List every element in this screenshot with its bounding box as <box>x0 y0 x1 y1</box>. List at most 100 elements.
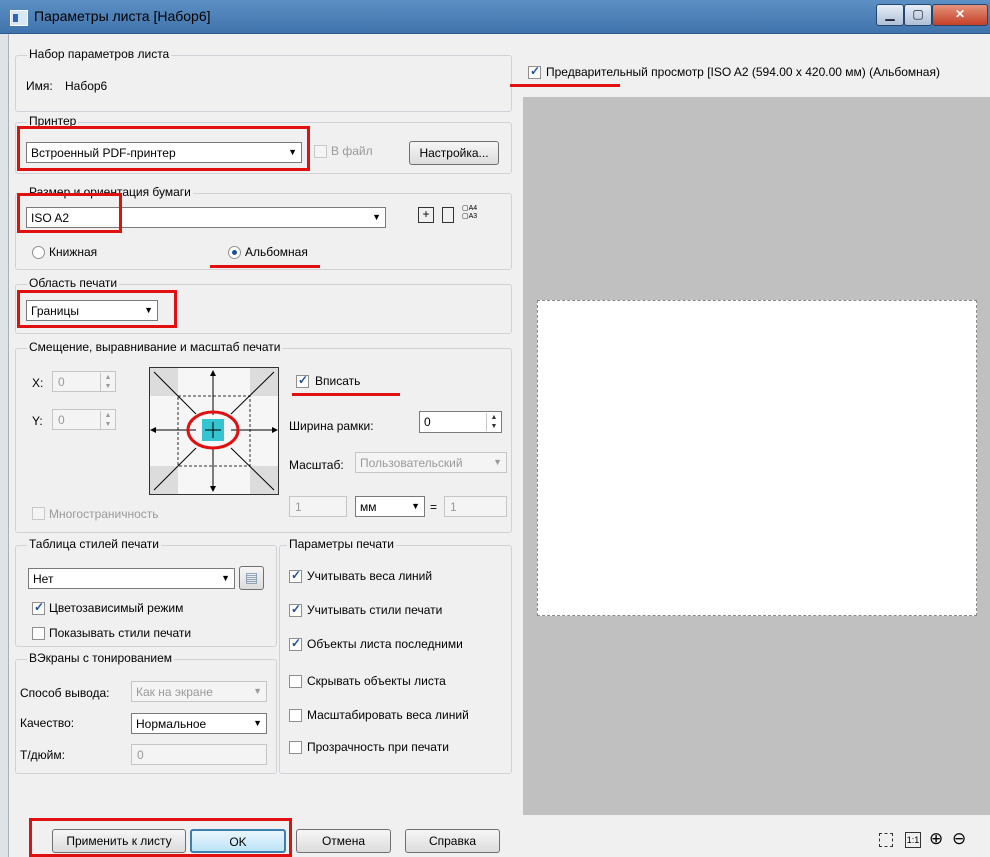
preview-paper <box>537 300 977 616</box>
to-file-checkbox[interactable] <box>314 145 327 158</box>
sheet-set-group-label: Набор параметров листа <box>27 47 172 61</box>
chevron-down-icon: ▼ <box>253 686 262 696</box>
color-dependent-checkbox[interactable] <box>32 600 45 615</box>
show-styles-label: Показывать стили печати <box>49 626 192 640</box>
help-button[interactable]: Справка <box>405 829 500 853</box>
x-offset-input[interactable]: 0 ▲ ▼ <box>52 371 116 392</box>
maximize-button[interactable]: ▢ <box>904 4 932 26</box>
chevron-down-icon: ▼ <box>221 573 230 583</box>
title-bar: Параметры листа [Набор6] ▁ ▢ ✕ <box>0 0 990 34</box>
scale-lineweights-label: Масштабировать веса линий <box>307 708 469 722</box>
chevron-down-icon: ▼ <box>493 457 502 467</box>
x-offset-value: 0 <box>58 375 65 389</box>
unit-value: мм <box>360 500 377 514</box>
landscape-radio[interactable] <box>228 246 241 259</box>
page-icon[interactable] <box>442 207 454 223</box>
dpi-input[interactable]: 0 <box>131 744 267 765</box>
quality-value: Нормальное <box>136 717 207 731</box>
print-params-group-label: Параметры печати <box>287 537 396 551</box>
to-file-label: В файл <box>331 144 373 158</box>
scale-num-input[interactable]: 1 <box>289 496 347 517</box>
window-border <box>0 34 9 857</box>
alignment-grid[interactable] <box>149 367 279 495</box>
hide-objects-checkbox[interactable] <box>289 675 302 688</box>
annotation-box-paper-size <box>17 193 122 233</box>
scale-lineweights-checkbox[interactable] <box>289 709 302 722</box>
annotation-underline-preview <box>510 84 620 87</box>
output-label: Способ вывода: <box>20 686 110 700</box>
multipage-label: Многостраничность <box>49 507 159 521</box>
equals-sign: = <box>430 500 438 514</box>
paper-sizes-icon[interactable]: ▢A4 ▢A3 <box>462 205 484 225</box>
paperspace-last-checkbox[interactable] <box>289 636 302 651</box>
quality-label: Качество: <box>20 716 75 730</box>
window-title: Параметры листа [Набор6] <box>34 8 211 24</box>
zoom-out-icon[interactable]: ⊖ <box>952 829 966 849</box>
style-table-select[interactable]: Нет ▼ <box>28 568 235 589</box>
unit-select[interactable]: мм ▼ <box>355 496 425 517</box>
scale-value: Пользовательский <box>360 456 463 470</box>
minimize-button[interactable]: ▁ <box>876 4 904 26</box>
scale-den-input[interactable]: 1 <box>444 496 507 517</box>
output-select[interactable]: Как на экране ▼ <box>131 681 267 702</box>
annotation-box-print-area <box>17 290 177 328</box>
print-area-group-label: Область печати <box>27 276 120 290</box>
scale-num-value: 1 <box>295 500 302 514</box>
cancel-button[interactable]: Отмена <box>296 829 391 853</box>
dpi-value: 0 <box>137 748 144 762</box>
output-value: Как на экране <box>136 685 213 699</box>
zoom-in-icon[interactable]: ⊕ <box>929 829 943 849</box>
close-button[interactable]: ✕ <box>932 4 988 26</box>
border-width-label: Ширина рамки: <box>289 419 374 433</box>
name-label: Имя: <box>26 79 53 93</box>
border-width-spin-icon[interactable]: ▲ ▼ <box>486 413 501 431</box>
y-offset-input[interactable]: 0 ▲ ▼ <box>52 409 116 430</box>
line-weights-label: Учитывать веса линий <box>307 569 433 583</box>
y-label: Y: <box>32 414 43 428</box>
chevron-down-icon: ▼ <box>372 212 381 222</box>
edit-style-table-button[interactable]: ▤ <box>239 566 264 590</box>
hide-objects-label: Скрывать объекты листа <box>307 674 446 688</box>
scale-select[interactable]: Пользовательский ▼ <box>355 452 507 473</box>
y-spin-icon[interactable]: ▲ ▼ <box>100 411 115 429</box>
x-spin-icon[interactable]: ▲ ▼ <box>100 373 115 391</box>
quality-select[interactable]: Нормальное ▼ <box>131 713 267 734</box>
portrait-label: Книжная <box>49 245 98 259</box>
dpi-label: Т/дюйм: <box>20 748 65 762</box>
plot-styles-label: Учитывать стили печати <box>307 603 443 617</box>
annotation-underline-landscape <box>210 265 320 268</box>
transparency-label: Прозрачность при печати <box>307 740 449 754</box>
style-table-group-label: Таблица стилей печати <box>27 537 161 551</box>
chevron-down-icon: ▼ <box>411 501 420 511</box>
fit-label: Вписать <box>315 374 361 388</box>
shaded-group-label: ВЭкраны с тонированием <box>27 651 175 665</box>
border-width-input[interactable]: 0 ▲ ▼ <box>419 411 502 433</box>
preview-label: Предварительный просмотр [ISO A2 (594.00… <box>546 65 940 79</box>
paperspace-last-label: Объекты листа последними <box>307 637 463 651</box>
color-dependent-label: Цветозависимый режим <box>49 601 184 615</box>
printer-settings-button[interactable]: Настройка... <box>409 141 499 165</box>
transparency-checkbox[interactable] <box>289 741 302 754</box>
scale-den-value: 1 <box>450 500 457 514</box>
show-styles-checkbox[interactable] <box>32 627 45 640</box>
portrait-radio[interactable] <box>32 246 45 259</box>
zoom-actual-icon[interactable]: 1:1 <box>905 832 921 848</box>
landscape-label: Альбомная <box>245 245 308 259</box>
name-value: Набор6 <box>65 79 108 93</box>
preview-checkbox[interactable] <box>528 64 541 79</box>
line-weights-checkbox[interactable] <box>289 568 302 583</box>
chevron-down-icon: ▼ <box>253 718 262 728</box>
annotation-box-printer <box>17 126 310 171</box>
x-label: X: <box>32 376 44 390</box>
border-width-value: 0 <box>424 415 431 429</box>
app-icon <box>10 10 28 26</box>
annotation-box-buttons <box>29 818 292 857</box>
offset-group-label: Смещение, выравнивание и масштаб печати <box>27 340 283 354</box>
zoom-extents-icon[interactable] <box>879 833 893 847</box>
annotation-underline-fit <box>292 393 400 396</box>
plot-styles-checkbox[interactable] <box>289 602 302 617</box>
multipage-checkbox[interactable] <box>32 507 45 520</box>
style-table-value: Нет <box>33 572 54 586</box>
fit-checkbox[interactable] <box>296 373 309 388</box>
paper-center-icon[interactable]: + <box>418 207 434 223</box>
